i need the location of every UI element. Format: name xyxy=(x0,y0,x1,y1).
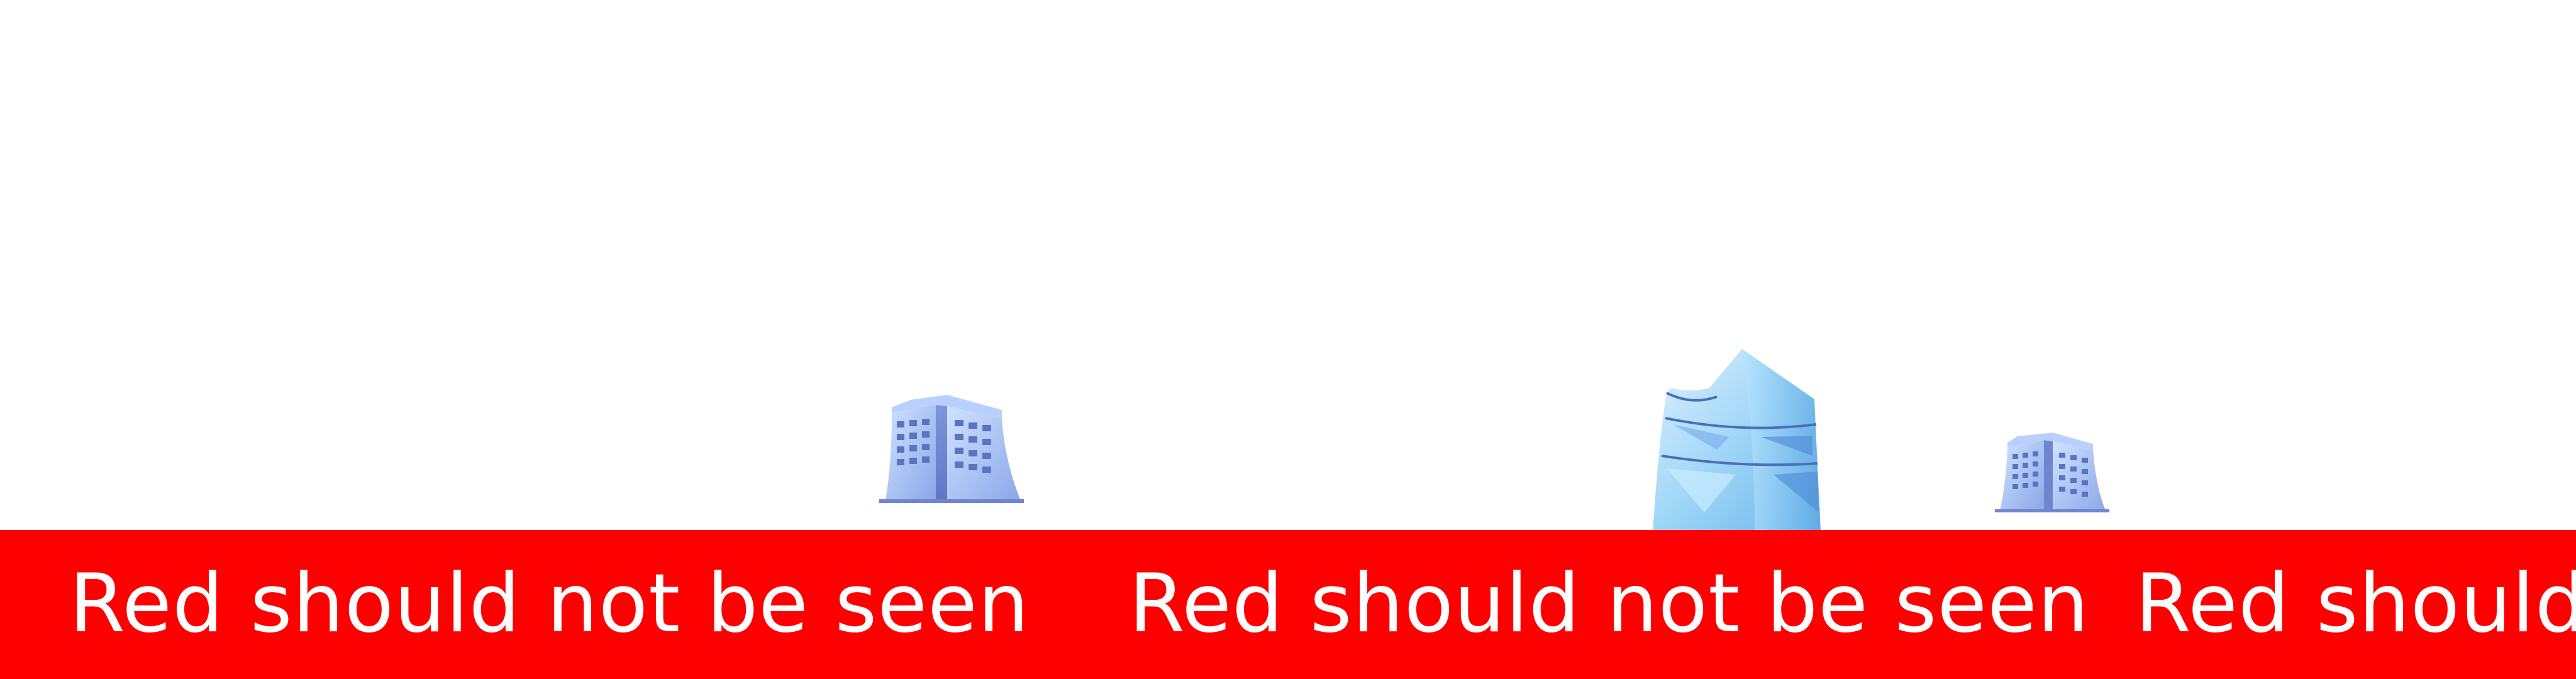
scene: Red should not be seen Red should not be… xyxy=(0,0,2576,679)
office-building-graphic xyxy=(1995,433,2109,512)
glass-tower-graphic xyxy=(1653,349,1821,531)
office-building-icon xyxy=(1992,431,2112,514)
banner-text-2: Red should not be seen xyxy=(1129,557,2089,651)
banner-text-3: Red should xyxy=(2135,557,2576,651)
office-building-icon xyxy=(873,394,1030,505)
red-banner: Red should not be seen Red should not be… xyxy=(0,530,2576,679)
glass-tower-icon xyxy=(1648,349,1848,531)
office-building-graphic xyxy=(879,395,1024,503)
banner-text-1: Red should not be seen xyxy=(69,557,1030,651)
